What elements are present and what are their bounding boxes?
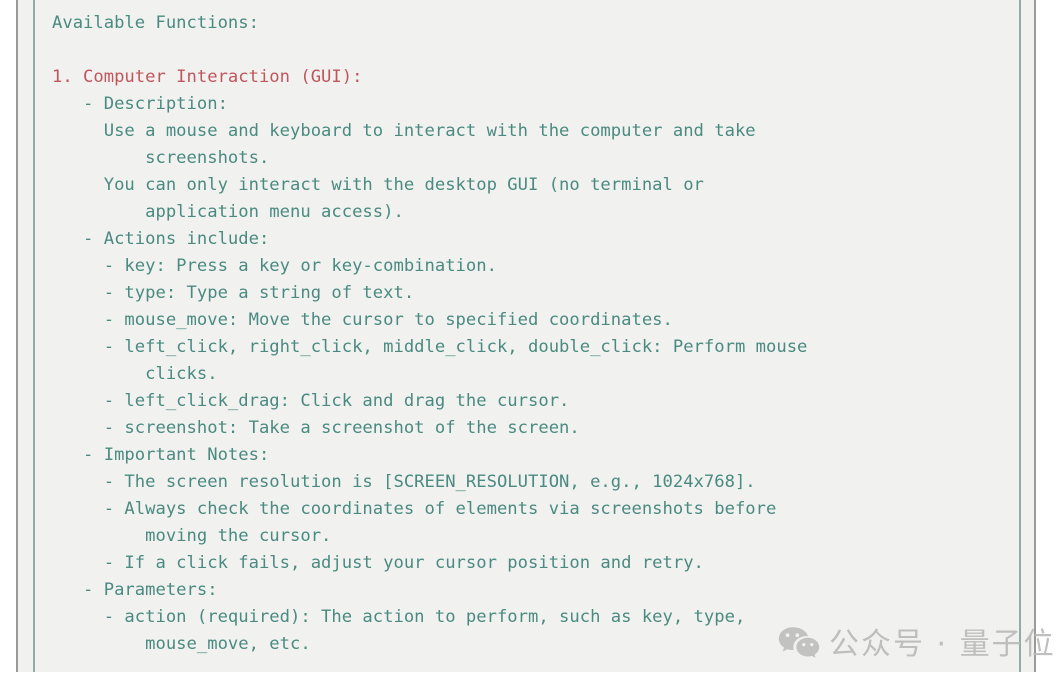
page-rule-right xyxy=(1034,0,1036,672)
prompt-line: - If a click fails, adjust your cursor p… xyxy=(52,553,704,573)
code-gutter-rule-left xyxy=(33,0,35,672)
document-frame: Available Functions: 1. Computer Interact… xyxy=(0,0,1062,690)
prompt-line: Available Functions: xyxy=(52,13,259,33)
prompt-line: - Parameters: xyxy=(52,580,218,600)
prompt-line xyxy=(52,37,1014,64)
prompt-line-heading: 1. Computer Interaction (GUI): xyxy=(52,67,363,87)
prompt-line: - Actions include: xyxy=(52,229,270,249)
prompt-line: - left_click, right_click, middle_click,… xyxy=(52,337,808,357)
prompt-line: - left_click_drag: Click and drag the cu… xyxy=(52,391,570,411)
code-gutter-rule-right xyxy=(1019,0,1021,672)
prompt-body-text: Available Functions: 1. Computer Interact… xyxy=(52,10,1014,658)
prompt-text-panel: Available Functions: 1. Computer Interact… xyxy=(18,0,1034,672)
prompt-line: mouse_move, etc. xyxy=(52,634,311,654)
prompt-line: You can only interact with the desktop G… xyxy=(52,175,704,195)
prompt-line: screenshots. xyxy=(52,148,270,168)
prompt-line: - mouse_move: Move the cursor to specifi… xyxy=(52,310,673,330)
prompt-line: - Description: xyxy=(52,94,228,114)
prompt-line: Use a mouse and keyboard to interact wit… xyxy=(52,121,756,141)
prompt-line: clicks. xyxy=(52,364,218,384)
prompt-line: - Important Notes: xyxy=(52,445,270,465)
prompt-line: - screenshot: Take a screenshot of the s… xyxy=(52,418,580,438)
prompt-line: - Always check the coordinates of elemen… xyxy=(52,499,777,519)
prompt-line: - The screen resolution is [SCREEN_RESOL… xyxy=(52,472,756,492)
prompt-line: moving the cursor. xyxy=(52,526,332,546)
prompt-line: application menu access). xyxy=(52,202,404,222)
prompt-line: - type: Type a string of text. xyxy=(52,283,415,303)
prompt-line: - action (required): The action to perfo… xyxy=(52,607,746,627)
prompt-line: - key: Press a key or key-combination. xyxy=(52,256,497,276)
